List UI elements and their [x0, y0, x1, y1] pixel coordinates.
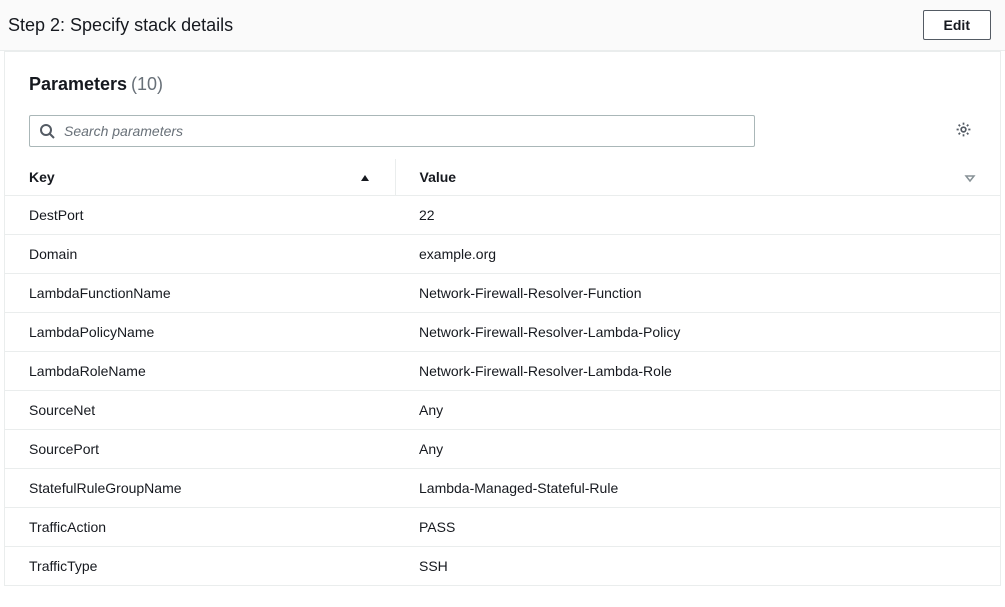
- cell-key: Domain: [5, 235, 395, 274]
- cell-key: SourcePort: [5, 430, 395, 469]
- cell-value: Lambda-Managed-Stateful-Rule: [395, 469, 1000, 508]
- table-row: TrafficType SSH: [5, 547, 1000, 586]
- step-header: Step 2: Specify stack details Edit: [0, 0, 1005, 51]
- table-row: LambdaRoleName Network-Firewall-Resolver…: [5, 352, 1000, 391]
- cell-value: example.org: [395, 235, 1000, 274]
- parameters-table-body: DestPort 22 Domain example.org LambdaFun…: [5, 196, 1000, 586]
- column-header-key-label: Key: [29, 169, 55, 185]
- table-row: TrafficAction PASS: [5, 508, 1000, 547]
- table-row: Domain example.org: [5, 235, 1000, 274]
- sort-ascending-icon: [359, 171, 371, 183]
- parameters-card-header: Parameters (10): [5, 52, 1000, 99]
- parameters-toolbar: [5, 99, 1000, 159]
- search-input[interactable]: [29, 115, 755, 147]
- table-row: LambdaFunctionName Network-Firewall-Reso…: [5, 274, 1000, 313]
- cell-value: PASS: [395, 508, 1000, 547]
- table-row: SourceNet Any: [5, 391, 1000, 430]
- column-header-key[interactable]: Key: [5, 159, 395, 196]
- table-row: LambdaPolicyName Network-Firewall-Resolv…: [5, 313, 1000, 352]
- table-row: DestPort 22: [5, 196, 1000, 235]
- cell-value: SSH: [395, 547, 1000, 586]
- cell-key: LambdaPolicyName: [5, 313, 395, 352]
- cell-key: DestPort: [5, 196, 395, 235]
- cell-value: 22: [395, 196, 1000, 235]
- cell-value: Network-Firewall-Resolver-Lambda-Policy: [395, 313, 1000, 352]
- gear-icon: [955, 121, 972, 141]
- cell-key: TrafficType: [5, 547, 395, 586]
- parameters-table: Key Value: [5, 159, 1000, 585]
- table-row: SourcePort Any: [5, 430, 1000, 469]
- search-icon: [39, 123, 55, 139]
- settings-button[interactable]: [951, 117, 976, 145]
- parameters-title: Parameters: [29, 74, 127, 94]
- cell-key: StatefulRuleGroupName: [5, 469, 395, 508]
- step-title: Step 2: Specify stack details: [8, 15, 233, 36]
- sort-inactive-icon: [964, 171, 976, 183]
- column-header-value[interactable]: Value: [395, 159, 1000, 196]
- column-header-value-label: Value: [420, 169, 457, 185]
- search-wrapper: [29, 115, 755, 147]
- cell-key: LambdaRoleName: [5, 352, 395, 391]
- cell-key: TrafficAction: [5, 508, 395, 547]
- cell-key: SourceNet: [5, 391, 395, 430]
- parameters-card: Parameters (10): [4, 51, 1001, 586]
- cell-value: Network-Firewall-Resolver-Lambda-Role: [395, 352, 1000, 391]
- table-row: StatefulRuleGroupName Lambda-Managed-Sta…: [5, 469, 1000, 508]
- cell-value: Any: [395, 430, 1000, 469]
- parameters-count: (10): [131, 74, 163, 94]
- cell-value: Network-Firewall-Resolver-Function: [395, 274, 1000, 313]
- edit-button[interactable]: Edit: [923, 10, 991, 40]
- cell-value: Any: [395, 391, 1000, 430]
- cell-key: LambdaFunctionName: [5, 274, 395, 313]
